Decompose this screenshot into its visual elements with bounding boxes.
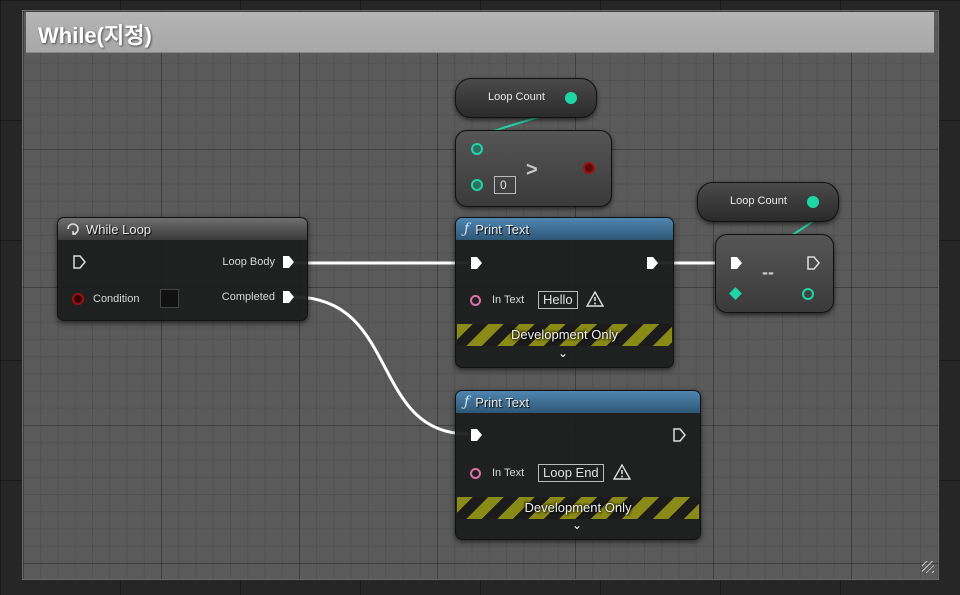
loop-count-get-node-2[interactable]: Loop Count — [697, 182, 839, 222]
decrement-out-pin[interactable] — [802, 288, 814, 300]
decrement-node[interactable]: -- — [715, 234, 834, 313]
while-loop-header[interactable]: While Loop — [58, 218, 307, 240]
loop-count-label-2: Loop Count — [730, 195, 787, 207]
function-icon: ƒ — [464, 394, 470, 410]
print-text-1-in-text-field[interactable]: Hello — [538, 291, 578, 309]
print-text-1-exec-out-pin[interactable] — [645, 256, 659, 270]
print-text-1-in-text-label: In Text — [492, 294, 525, 306]
print-text-2-in-text-label: In Text — [492, 467, 525, 479]
print-text-2-exec-in-pin[interactable] — [469, 428, 483, 442]
loop-count-get-node[interactable]: Loop Count — [455, 78, 597, 118]
chevron-down-icon[interactable]: ⌄ — [572, 518, 582, 532]
print-text-node-1[interactable]: ƒ Print Text In Text Hello Development O… — [455, 217, 674, 368]
loop-count-2-out-pin[interactable] — [807, 196, 819, 208]
print-text-2-header[interactable]: ƒ Print Text — [456, 391, 700, 413]
loop-count-out-pin[interactable] — [565, 92, 577, 104]
decrement-in-pin[interactable] — [729, 287, 742, 300]
greater-b-pin[interactable] — [471, 179, 483, 191]
warning-icon — [586, 291, 604, 307]
print-text-2-title: Print Text — [475, 394, 530, 410]
completed-label: Completed — [221, 291, 275, 303]
greater-a-pin[interactable] — [471, 143, 483, 155]
loop-count-label: Loop Count — [488, 91, 545, 103]
warning-icon — [613, 464, 631, 480]
while-loop-title: While Loop — [86, 221, 152, 237]
print-text-1-exec-in-pin[interactable] — [469, 256, 483, 270]
condition-label: Condition — [93, 293, 140, 305]
comment-title[interactable]: While(지정) — [38, 18, 152, 50]
greater-b-default-field[interactable]: 0 — [494, 176, 516, 194]
loop-body-label: Loop Body — [222, 256, 275, 268]
print-text-1-in-text-pin[interactable] — [470, 295, 481, 306]
print-text-1-title: Print Text — [475, 221, 530, 237]
condition-checkbox[interactable] — [160, 289, 179, 308]
print-text-2-in-text-pin[interactable] — [470, 468, 481, 479]
print-text-1-header[interactable]: ƒ Print Text — [456, 218, 673, 240]
decrement-operator: -- — [762, 262, 774, 282]
dev-only-label: Development Only — [524, 500, 632, 515]
print-text-node-2[interactable]: ƒ Print Text In Text Loop End Developmen… — [455, 390, 701, 540]
print-text-2-in-text-field[interactable]: Loop End — [538, 464, 604, 482]
greater-result-pin[interactable] — [583, 162, 595, 174]
loop-body-pin[interactable] — [281, 255, 295, 269]
decrement-exec-out-pin[interactable] — [806, 256, 820, 270]
resize-grip-icon[interactable] — [922, 561, 934, 573]
exec-in-pin[interactable] — [72, 255, 86, 269]
completed-pin[interactable] — [281, 290, 295, 304]
while-loop-node[interactable]: While Loop Loop Body Condition Completed — [57, 217, 308, 321]
function-icon: ƒ — [464, 221, 470, 237]
loop-icon — [67, 223, 79, 235]
condition-pin[interactable] — [72, 293, 84, 305]
chevron-down-icon[interactable]: ⌄ — [558, 346, 568, 360]
greater-than-node[interactable]: 0 > — [455, 130, 612, 207]
dev-only-label: Development Only — [511, 327, 618, 342]
greater-operator: > — [526, 159, 538, 181]
decrement-exec-in-pin[interactable] — [729, 256, 743, 270]
print-text-2-exec-out-pin[interactable] — [672, 428, 686, 442]
comment-header[interactable]: While(지정) — [26, 12, 934, 53]
